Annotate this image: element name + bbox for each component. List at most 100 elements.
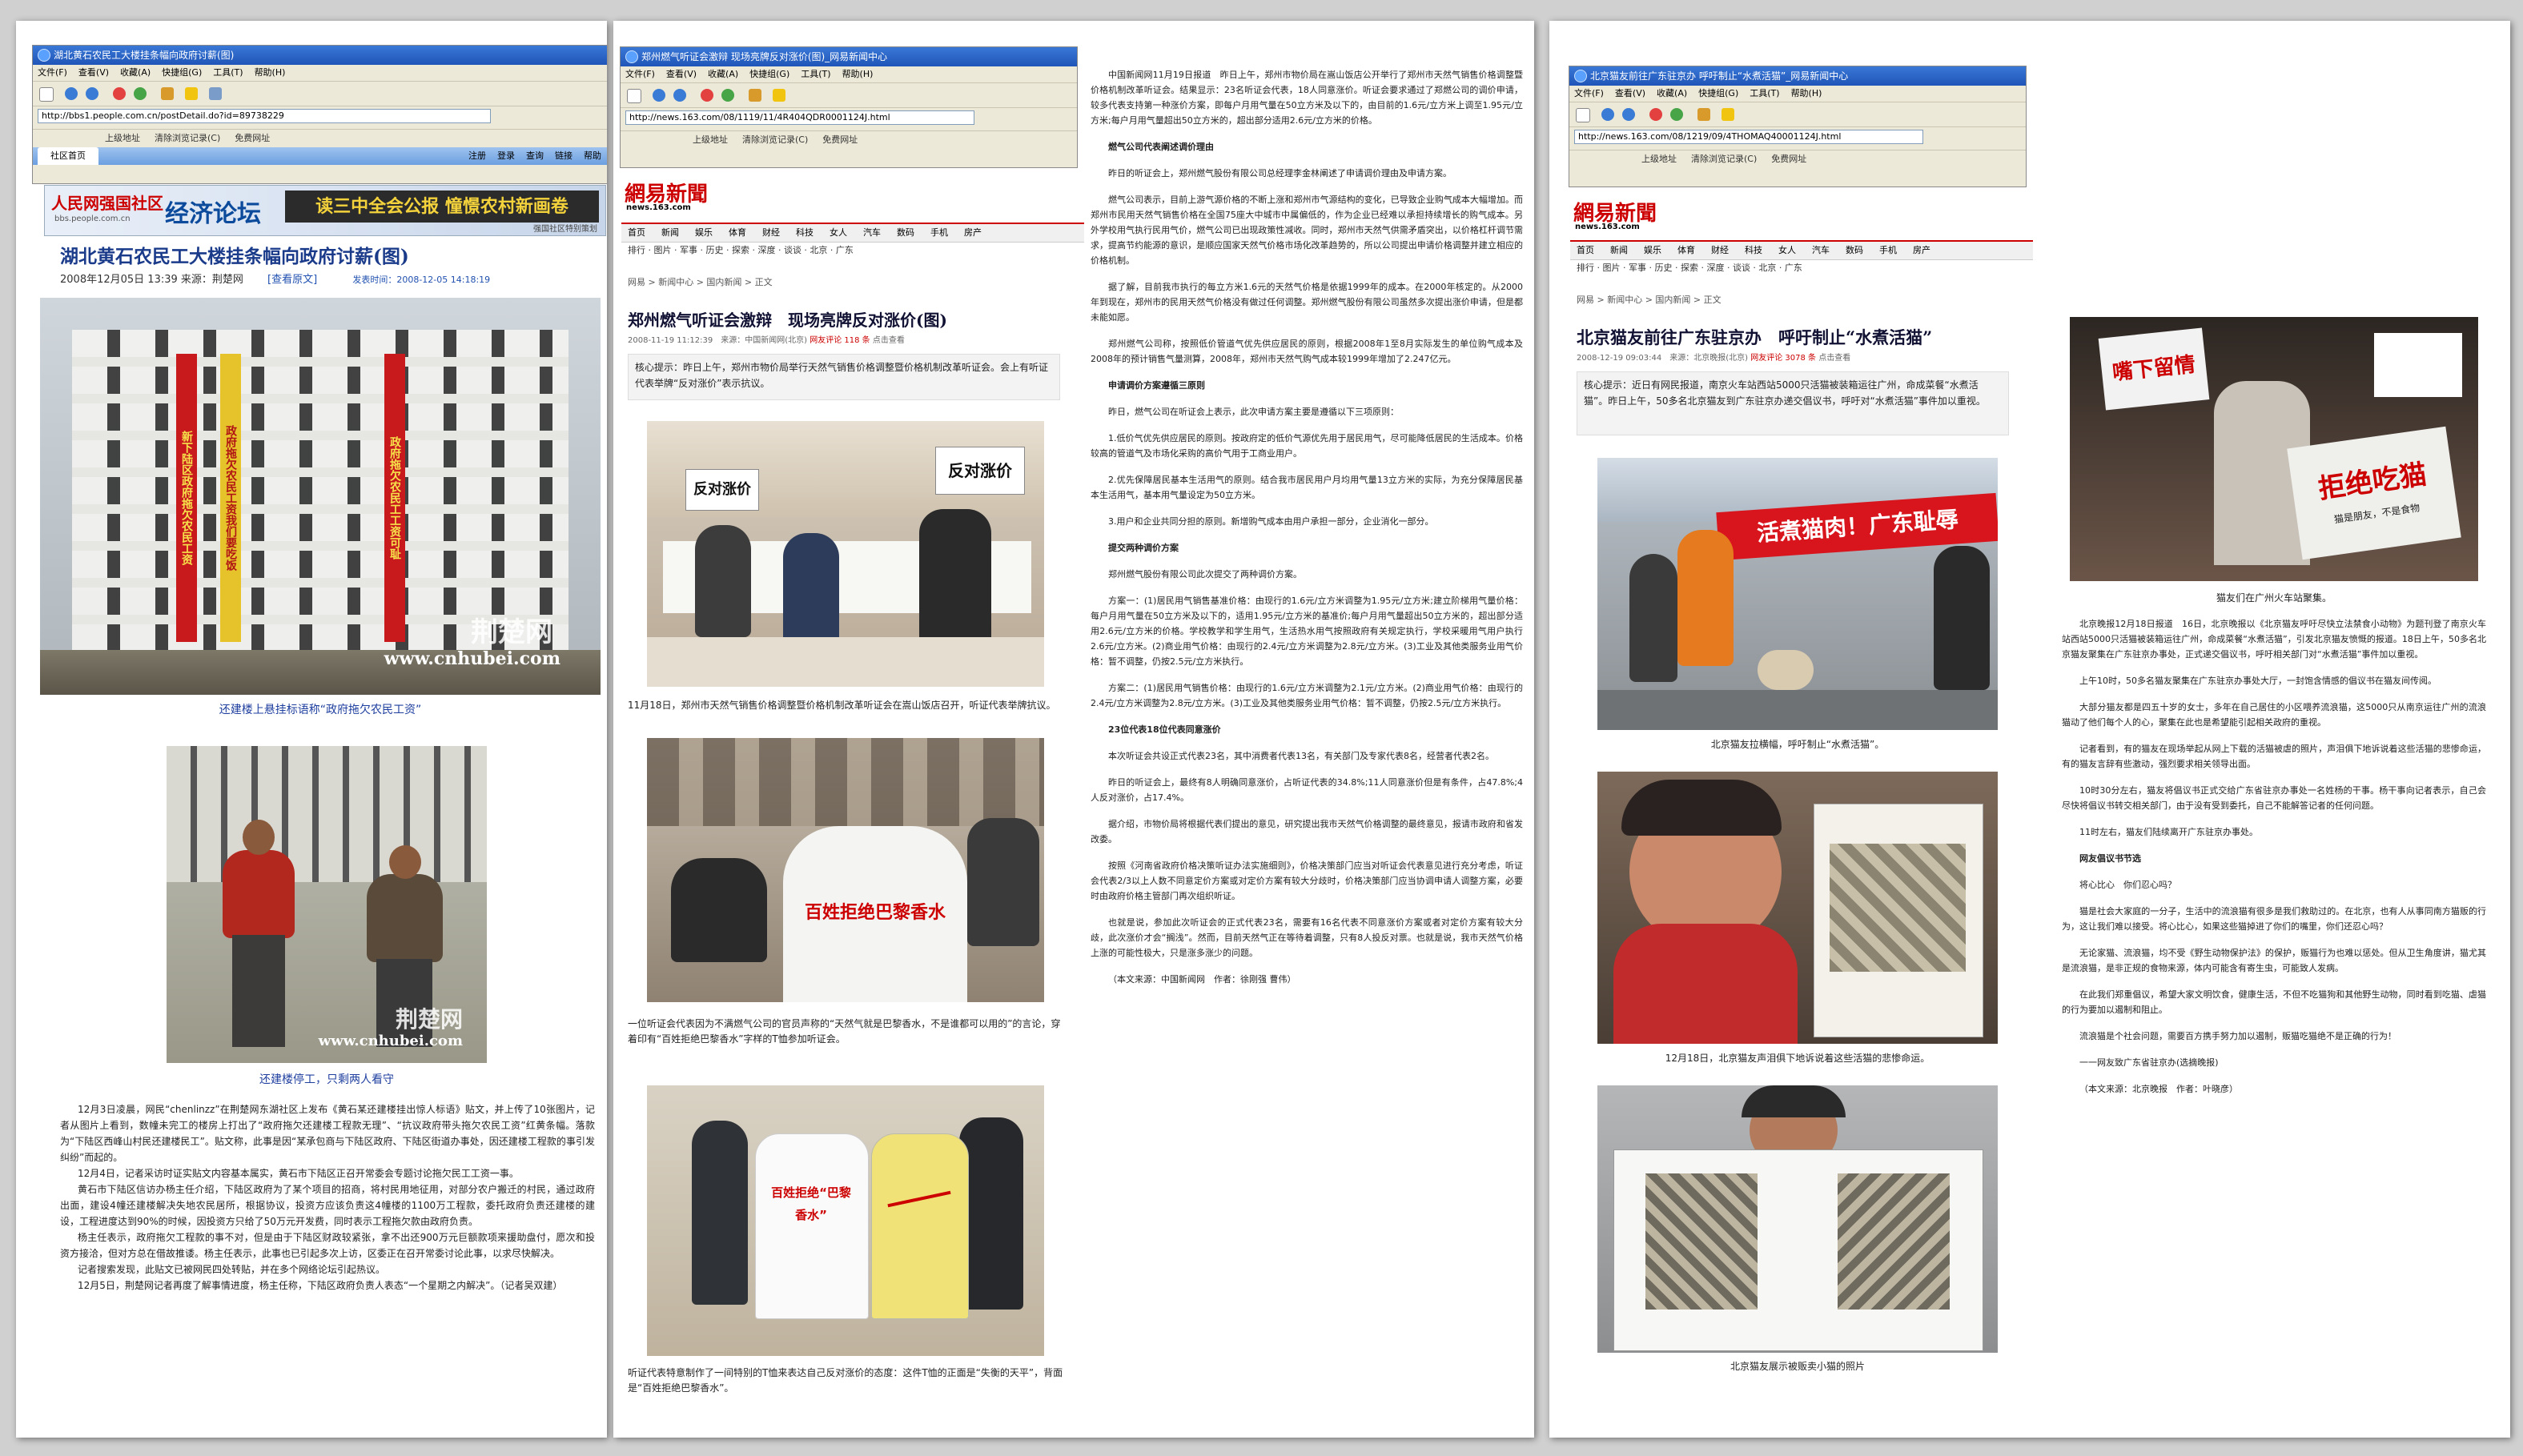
home-icon[interactable] — [749, 89, 761, 102]
article-summary: 核心提示：近日有网民报道，南京火车站西站5000只活猫被装箱运往广州，命成菜餐“… — [1577, 371, 2009, 435]
forward-icon[interactable] — [673, 89, 686, 102]
stop-icon[interactable] — [113, 87, 126, 100]
stop-icon[interactable] — [701, 89, 713, 102]
links-link[interactable]: 链接 — [555, 150, 572, 161]
register-link[interactable]: 注册 — [468, 150, 486, 161]
favorites-icon[interactable] — [1722, 108, 1734, 121]
nav-link[interactable]: 新闻 — [661, 227, 679, 238]
nav-link[interactable]: 房产 — [964, 227, 982, 238]
menu-item[interactable]: 收藏(A) — [708, 69, 738, 79]
search-link[interactable]: 查询 — [526, 150, 544, 161]
new-page-icon[interactable] — [1576, 108, 1590, 122]
nav-link[interactable]: 房产 — [1913, 245, 1930, 255]
hearing-photo: 反对涨价 反对涨价 — [647, 421, 1044, 687]
menu-item[interactable]: 快捷组(G) — [162, 67, 202, 78]
nav-link[interactable]: 科技 — [1745, 245, 1762, 255]
comments-link[interactable]: 网友评论 3078 条 — [1750, 354, 1816, 363]
link-item[interactable]: 清除浏览记录(C) — [742, 134, 808, 145]
workers-photo: 荆楚网 www.cnhubei.com — [167, 746, 487, 1063]
home-icon[interactable] — [1697, 108, 1710, 121]
refresh-icon[interactable] — [1670, 108, 1683, 121]
article-paragraph: 据介绍，市物价局将根据代表们提出的意见，研究提出我市天然气价格调整的最终意见，报… — [1091, 819, 1523, 844]
menu-item[interactable]: 收藏(A) — [1657, 88, 1687, 98]
sub-nav[interactable]: 排行 · 图片 · 军事 · 历史 · 探索 · 深度 · 谈谈 · 北京 · … — [1577, 259, 2025, 277]
view-original-link[interactable]: [查看原文] — [267, 274, 317, 286]
forward-icon[interactable] — [86, 87, 98, 100]
refresh-icon[interactable] — [721, 89, 734, 102]
nav-link[interactable]: 财经 — [1711, 245, 1729, 255]
menu-item[interactable]: 工具(T) — [213, 67, 243, 78]
nav-link[interactable]: 女人 — [1778, 245, 1796, 255]
menu-item[interactable]: 工具(T) — [801, 69, 830, 79]
nav-link[interactable]: 体育 — [1677, 245, 1695, 255]
back-icon[interactable] — [653, 89, 665, 102]
link-item[interactable]: 免费网址 — [1771, 154, 1806, 164]
site-banner[interactable]: 人民网强国社区 bbs.people.com.cn 经济论坛 读三中全会公报 憧… — [44, 185, 606, 236]
menu-item[interactable]: 文件(F) — [38, 67, 67, 78]
article-body: 中国新闻网11月19日报道 昨日上午，郑州市物价局在嵩山饭店公开举行了郑州市天然… — [1091, 67, 1523, 998]
new-page-icon[interactable] — [627, 89, 641, 103]
menu-item[interactable]: 帮助(H) — [255, 67, 286, 78]
favorites-icon[interactable] — [773, 89, 785, 102]
article-paragraph: 一一网友致广东省驻京办(选摘晚报) — [2079, 1057, 2219, 1068]
back-icon[interactable] — [65, 87, 78, 100]
menu-item[interactable]: 快捷组(G) — [749, 69, 789, 79]
nav-link[interactable]: 娱乐 — [695, 227, 713, 238]
help-link[interactable]: 帮助 — [584, 150, 601, 161]
refresh-icon[interactable] — [134, 87, 147, 100]
nav-link[interactable]: 新闻 — [1610, 245, 1628, 255]
nav-link[interactable]: 财经 — [762, 227, 780, 238]
login-link[interactable]: 登录 — [497, 150, 515, 161]
link-item[interactable]: 上级地址 — [105, 133, 140, 143]
menu-item[interactable]: 工具(T) — [1750, 88, 1779, 98]
address-input[interactable]: http://news.163.com/08/1219/09/4THOMAQ40… — [1574, 130, 1923, 144]
nav-link[interactable]: 科技 — [796, 227, 814, 238]
back-icon[interactable] — [1601, 108, 1614, 121]
link-item[interactable]: 清除浏览记录(C) — [1691, 154, 1757, 164]
menu-item[interactable]: 文件(F) — [625, 69, 655, 79]
nav-link[interactable]: 女人 — [830, 227, 847, 238]
menu-item[interactable]: 查看(V) — [666, 69, 697, 79]
nav-link[interactable]: 数码 — [1846, 245, 1863, 255]
menu-item[interactable]: 文件(F) — [1574, 88, 1604, 98]
menu-item[interactable]: 帮助(H) — [842, 69, 874, 79]
new-page-icon[interactable] — [39, 87, 54, 102]
nav-link[interactable]: 手机 — [1879, 245, 1897, 255]
link-item[interactable]: 免费网址 — [235, 133, 270, 143]
link-item[interactable]: 清除浏览记录(C) — [155, 133, 220, 143]
nav-link[interactable]: 首页 — [1577, 245, 1594, 255]
menu-item[interactable]: 查看(V) — [78, 67, 109, 78]
breadcrumb[interactable]: 网易 > 新闻中心 > 国内新闻 > 正文 — [1577, 293, 1722, 306]
tshirt-slogan: 百姓拒绝“巴黎香水” — [771, 1185, 851, 1222]
address-input[interactable]: http://news.163.com/08/1119/11/4R404QDR0… — [625, 110, 974, 125]
stop-icon[interactable] — [1649, 108, 1662, 121]
nav-link[interactable]: 数码 — [897, 227, 914, 238]
menu-item[interactable]: 快捷组(G) — [1698, 88, 1738, 98]
view-link[interactable]: 点击查看 — [1818, 354, 1850, 363]
comments-link[interactable]: 网友评论 118 条 — [810, 336, 870, 345]
link-item[interactable]: 上级地址 — [1641, 154, 1677, 164]
screenshot-panel-2: 郑州燃气听证会激辩 现场亮牌反对涨价(图)_网易新闻中心 文件(F) 查看(V) 收… — [613, 21, 1534, 1438]
nav-link[interactable]: 汽车 — [863, 227, 881, 238]
nav-link[interactable]: 汽车 — [1812, 245, 1830, 255]
nav-link[interactable]: 娱乐 — [1644, 245, 1661, 255]
nav-link[interactable]: 体育 — [729, 227, 746, 238]
home-icon[interactable] — [161, 87, 174, 100]
forward-icon[interactable] — [1622, 108, 1635, 121]
article-body: 北京晚报12月18日报道 16日，北京晚报以《北京猫友呼吁尽快立法禁食小动物》为… — [2062, 616, 2486, 1108]
favorites-icon[interactable] — [185, 87, 198, 100]
sub-nav[interactable]: 排行 · 图片 · 军事 · 历史 · 探索 · 深度 · 谈谈 · 北京 · … — [628, 242, 1076, 259]
link-item[interactable]: 免费网址 — [822, 134, 858, 145]
nav-link[interactable]: 手机 — [930, 227, 948, 238]
nav-link[interactable]: 首页 — [628, 227, 645, 238]
breadcrumb[interactable]: 网易 > 新闻中心 > 国内新闻 > 正文 — [628, 275, 773, 288]
link-item[interactable]: 上级地址 — [693, 134, 728, 145]
menu-item[interactable]: 查看(V) — [1615, 88, 1645, 98]
view-link[interactable]: 点击查看 — [873, 336, 905, 345]
banner-photo: 活煮猫肉！广东耻辱 — [1597, 458, 1998, 730]
tab-home[interactable]: 社区首页 — [38, 147, 98, 165]
history-icon[interactable] — [209, 87, 222, 100]
menu-item[interactable]: 帮助(H) — [1791, 88, 1822, 98]
menu-item[interactable]: 收藏(A) — [120, 67, 151, 78]
address-input[interactable]: http://bbs1.people.com.cn/postDetail.do?… — [38, 109, 491, 123]
